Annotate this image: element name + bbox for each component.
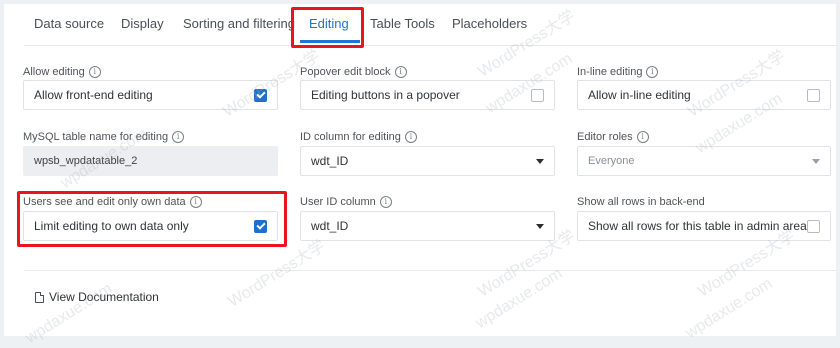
label-text: ID column for editing: [300, 131, 401, 143]
tab-data-source[interactable]: Data source: [34, 16, 104, 31]
user-id-column-select[interactable]: wdt_ID: [300, 211, 555, 241]
tab-table-tools[interactable]: Table Tools: [370, 16, 435, 31]
info-icon[interactable]: i: [394, 66, 407, 78]
editing-tab-highlight: [291, 7, 364, 48]
editor-roles-label: Editor roles i: [577, 131, 649, 143]
label-text: Show all rows in back-end: [577, 196, 705, 208]
editor-roles-select[interactable]: Everyone: [577, 146, 831, 176]
info-icon[interactable]: i: [404, 131, 417, 143]
info-icon[interactable]: i: [646, 66, 659, 78]
allow-editing-checkbox[interactable]: [254, 88, 267, 102]
info-icon[interactable]: i: [88, 66, 101, 78]
show-all-rows-label: Show all rows in back-end: [577, 196, 705, 208]
link-text: View Documentation: [49, 290, 159, 304]
popover-edit-field[interactable]: Editing buttons in a popover: [300, 80, 555, 110]
tab-placeholders[interactable]: Placeholders: [452, 16, 527, 31]
label-text: User ID column: [300, 196, 376, 208]
show-all-rows-checkbox[interactable]: [807, 219, 820, 233]
settings-panel: Data source Display Sorting and filterin…: [4, 4, 836, 336]
id-column-label: ID column for editing i: [300, 131, 417, 143]
document-icon: [35, 291, 44, 303]
info-icon[interactable]: i: [172, 131, 185, 143]
popover-edit-checkbox[interactable]: [531, 88, 544, 102]
chevron-down-icon: [536, 158, 544, 164]
chevron-down-icon: [812, 158, 820, 164]
field-text: Allow in-line editing: [588, 88, 691, 102]
inline-editing-label: In-line editing i: [577, 66, 659, 78]
inline-editing-checkbox[interactable]: [807, 88, 820, 102]
label-text: Popover edit block: [300, 66, 391, 78]
chevron-down-icon: [536, 223, 544, 229]
select-value: wdt_ID: [311, 219, 349, 233]
info-icon[interactable]: i: [379, 196, 392, 208]
field-text: Editing buttons in a popover: [311, 88, 460, 102]
allow-editing-label: Allow editing i: [23, 66, 101, 78]
info-icon[interactable]: i: [636, 131, 649, 143]
tab-display[interactable]: Display: [121, 16, 164, 31]
mysql-table-label: MySQL table name for editing i: [23, 131, 185, 143]
label-text: Allow editing: [23, 66, 85, 78]
mysql-table-input[interactable]: wpsb_wpdatatable_2: [23, 146, 278, 176]
field-text: wpsb_wpdatatable_2: [34, 155, 138, 167]
allow-editing-field[interactable]: Allow front-end editing: [23, 80, 278, 110]
own-data-highlight: [17, 191, 287, 247]
tab-bar: Data source Display Sorting and filterin…: [4, 4, 836, 46]
select-value: wdt_ID: [311, 154, 349, 168]
id-column-select[interactable]: wdt_ID: [300, 146, 555, 176]
popover-edit-label: Popover edit block i: [300, 66, 407, 78]
label-text: In-line editing: [577, 66, 643, 78]
user-id-column-label: User ID column i: [300, 196, 392, 208]
tab-divider: [24, 45, 836, 46]
label-text: Editor roles: [577, 131, 633, 143]
section-divider: [24, 270, 836, 271]
tab-sorting-filtering[interactable]: Sorting and filtering: [183, 16, 295, 31]
view-documentation-link[interactable]: View Documentation: [35, 290, 159, 304]
show-all-rows-field[interactable]: Show all rows for this table in admin ar…: [577, 211, 831, 241]
select-placeholder: Everyone: [588, 155, 635, 167]
label-text: MySQL table name for editing: [23, 131, 169, 143]
inline-editing-field[interactable]: Allow in-line editing: [577, 80, 831, 110]
field-text: Allow front-end editing: [34, 88, 153, 102]
field-text: Show all rows for this table in admin ar…: [588, 219, 807, 233]
